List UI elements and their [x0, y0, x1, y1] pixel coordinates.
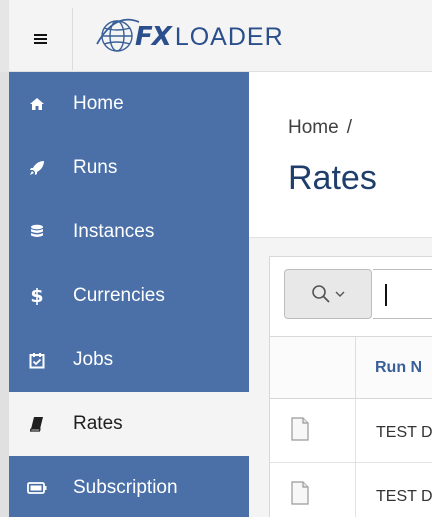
sidebar-item-home[interactable]: Home	[9, 72, 249, 136]
search-toolbar	[270, 257, 432, 337]
report-panel: Run N TEST D TEST D	[269, 256, 432, 517]
logo-fx-text: FX	[135, 22, 172, 52]
sidebar-item-label: Rates	[73, 413, 123, 434]
top-bar: FX LOADER	[0, 0, 432, 72]
rocket-icon	[25, 160, 49, 176]
table-header-icon-column	[270, 337, 356, 399]
table-cell-run-name: TEST D	[376, 424, 432, 441]
search-column-button[interactable]	[284, 269, 372, 319]
hamburger-icon	[34, 34, 47, 44]
left-edge	[0, 0, 9, 72]
sidebar-item-runs[interactable]: Runs	[9, 136, 249, 200]
sidebar-item-label: Home	[73, 93, 124, 114]
app-logo[interactable]: FX LOADER	[95, 10, 284, 64]
table-cell-run-name: TEST D	[376, 488, 432, 505]
table-row: TEST D	[270, 399, 432, 463]
sidebar-strip	[0, 72, 9, 517]
home-icon	[25, 97, 49, 111]
breadcrumb-separator: /	[346, 117, 352, 138]
page-header: Home / Rates	[249, 72, 432, 238]
table-cell-icon	[270, 463, 356, 517]
sidebar: Home Runs Instances $ Currencies Jobs Ra…	[0, 72, 249, 517]
content-area: Run N TEST D TEST D	[249, 238, 432, 517]
battery-icon	[25, 482, 49, 494]
table-header: Run N	[270, 337, 432, 399]
logo-loader-text: LOADER	[174, 22, 284, 51]
chevron-down-icon	[335, 291, 345, 297]
breadcrumb: Home /	[288, 117, 352, 139]
column-header-run-name[interactable]: Run N	[375, 359, 422, 377]
calendar-check-icon	[25, 352, 49, 369]
sidebar-item-currencies[interactable]: $ Currencies	[9, 264, 249, 328]
sidebar-item-rates[interactable]: Rates	[9, 392, 249, 456]
database-icon	[25, 224, 49, 240]
sidebar-item-label: Instances	[73, 221, 155, 242]
dollar-icon: $	[30, 285, 44, 307]
search-icon	[312, 285, 330, 303]
document-icon[interactable]	[291, 417, 309, 441]
table-row: TEST D	[270, 463, 432, 517]
document-icon[interactable]	[291, 481, 309, 505]
table-cell-icon	[270, 399, 356, 463]
sidebar-item-label: Subscription	[73, 477, 178, 498]
sidebar-item-instances[interactable]: Instances	[9, 200, 249, 264]
sidebar-item-subscription[interactable]: Subscription	[9, 456, 249, 517]
page-title: Rates	[288, 159, 377, 197]
text-caret	[385, 284, 387, 306]
sidebar-item-label: Jobs	[73, 349, 114, 370]
sidebar-item-label: Runs	[73, 157, 118, 178]
sidebar-item-jobs[interactable]: Jobs	[9, 328, 249, 392]
breadcrumb-home-link[interactable]: Home	[288, 117, 339, 138]
menu-toggle-button[interactable]	[9, 8, 73, 70]
sidebar-item-label: Currencies	[73, 285, 165, 306]
book-icon	[25, 416, 49, 432]
search-input[interactable]	[373, 269, 432, 319]
